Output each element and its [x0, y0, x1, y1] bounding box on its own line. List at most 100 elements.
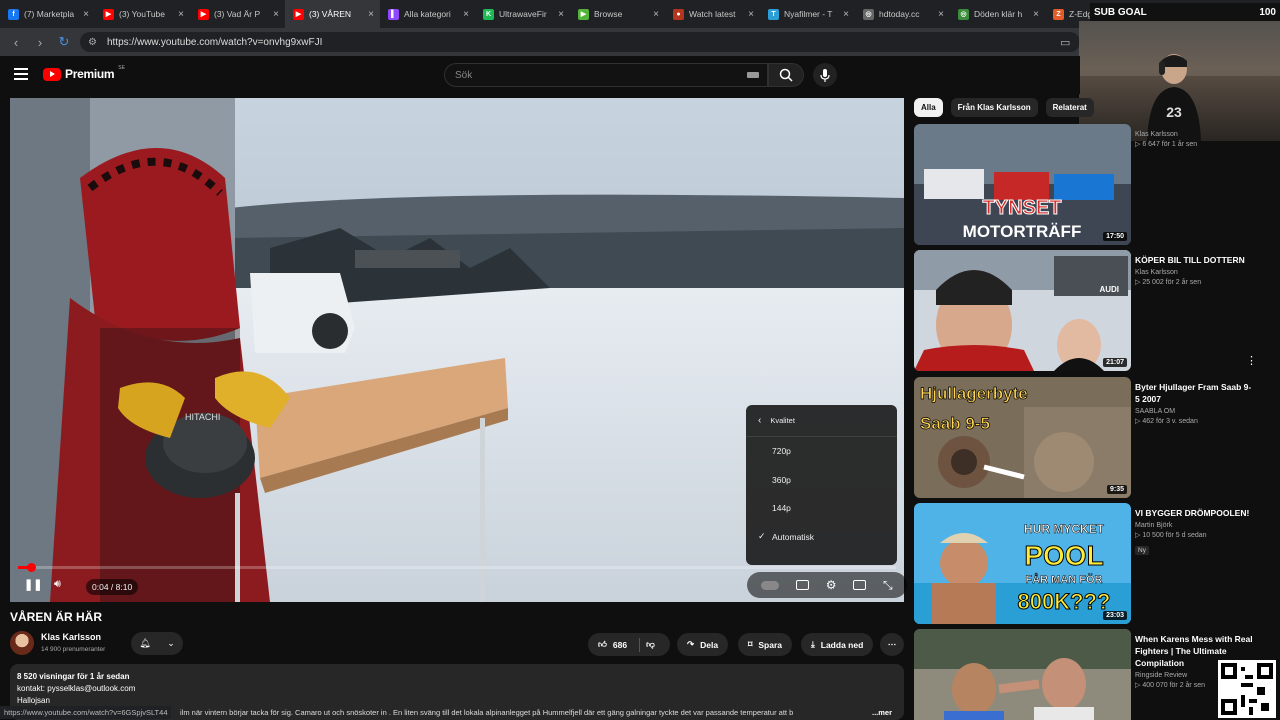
more-actions-button[interactable]: ⋯ — [880, 633, 904, 656]
channel-name[interactable]: Klas Karlsson — [41, 632, 101, 642]
like-count[interactable]: 686 — [613, 640, 627, 650]
close-icon[interactable]: × — [748, 9, 754, 20]
more-vertical-icon[interactable]: ⋮ — [1246, 354, 1257, 367]
browser-tab[interactable]: ▶ (3) YouTube × — [95, 0, 190, 28]
close-icon[interactable]: × — [1033, 9, 1039, 20]
quality-option-label: Automatisk — [772, 531, 815, 542]
fullscreen-icon[interactable]: ⤡ — [883, 578, 893, 593]
recommended-video[interactable]: AUDI 21:07 KÖPER BIL TILL DOTTERN Klas Karl… — [914, 250, 1274, 371]
youtube-logo[interactable]: Premium SE — [43, 65, 125, 81]
autoplay-toggle[interactable] — [761, 580, 780, 590]
browser-tab[interactable]: ▶ (3) Vad Är P × — [190, 0, 285, 28]
recommended-video[interactable]: TYNSET MOTORTRÄFF 17:50 Klas Karlsson ▷ 6 64… — [914, 124, 1274, 245]
video-player[interactable]: HITACHI ‹ Kvalitet 720p 360p 144p ✓ Automati… — [10, 98, 904, 602]
browser-tab[interactable]: ◎ hdtoday.cc × — [855, 0, 950, 28]
browser-tab[interactable]: ▶ Browse × — [570, 0, 665, 28]
close-icon[interactable]: × — [178, 9, 184, 20]
save-button[interactable]: ⌑ Spara — [738, 633, 792, 656]
view-count: ▷ 25 002 för 2 år sen — [1135, 278, 1255, 286]
browser-tab[interactable]: ● Watch latest × — [665, 0, 760, 28]
browser-tab[interactable]: ◎ Döden klär h × — [950, 0, 1045, 28]
tab-favicon-icon: Z — [1053, 8, 1064, 20]
reload-icon[interactable]: ↻ — [52, 34, 76, 50]
site-info-icon[interactable]: ⚙ — [88, 37, 97, 48]
channel-name[interactable]: Klas Karlsson — [1135, 269, 1255, 276]
browser-tab[interactable]: ▶ (3) VÅREN × — [285, 0, 380, 28]
hamburger-menu-icon[interactable] — [14, 68, 28, 80]
search-placeholder: Sök — [455, 69, 473, 81]
theater-mode-icon[interactable] — [853, 580, 867, 590]
browser-tab[interactable]: K UltrawaveFir × — [475, 0, 570, 28]
settings-gear-icon[interactable]: ⚙ — [826, 578, 837, 592]
chevron-down-icon: ⌄ — [167, 638, 175, 648]
subtitles-icon[interactable] — [796, 580, 810, 590]
video-title[interactable]: VI BYGGER DRÖMPOOLEN! — [1135, 507, 1255, 519]
bookmark-icon: ⌑ — [748, 639, 753, 649]
tab-favicon-icon: K — [483, 8, 494, 20]
tab-title: Browse — [594, 9, 623, 19]
search-button[interactable] — [768, 63, 804, 87]
browser-tab[interactable]: T Nyafilmer - T × — [760, 0, 855, 28]
close-icon[interactable]: × — [558, 9, 564, 20]
video-thumbnail[interactable]: Hjullagerbyte Saab 9-5 9:35 — [914, 377, 1131, 498]
download-button[interactable]: ⤓ Ladda ned — [801, 633, 874, 656]
forward-icon[interactable]: › — [28, 35, 52, 50]
tab-title: Alla kategori — [404, 9, 451, 19]
progress-bar[interactable] — [18, 563, 896, 572]
close-icon[interactable]: × — [463, 9, 469, 20]
description-views: 8 520 visningar för 1 år sedan — [17, 672, 130, 681]
video-title[interactable]: Byter Hjullager Fram Saab 9-5 2007 — [1135, 381, 1255, 405]
close-icon[interactable]: × — [273, 9, 279, 20]
channel-name[interactable]: Klas Karlsson — [1135, 131, 1255, 138]
browser-tab[interactable]: f (7) Marketpla × — [0, 0, 95, 28]
subscribed-bell-button[interactable]: 🔔︎ ⌄ — [131, 632, 183, 655]
close-icon[interactable]: × — [83, 9, 89, 20]
video-title[interactable]: KÖPER BIL TILL DOTTERN — [1135, 254, 1255, 266]
quality-option[interactable]: 144p — [746, 494, 897, 523]
back-icon[interactable]: ‹ — [4, 35, 28, 50]
like-icon[interactable]: 👍︎ — [598, 639, 607, 650]
svg-text:HUR MYCKET: HUR MYCKET — [1024, 522, 1105, 536]
close-icon[interactable]: × — [368, 9, 374, 20]
svg-text:AUDI: AUDI — [1099, 285, 1119, 294]
url-input[interactable]: ⚙ https://www.youtube.com/watch?v=onvhg9… — [80, 32, 1080, 52]
filter-chip[interactable]: Relaterat — [1045, 98, 1094, 117]
sub-goal-overlay: SUB GOAL 100 — [1090, 3, 1280, 21]
filter-chip[interactable]: Från Klas Karlsson — [950, 98, 1038, 117]
volume-icon[interactable]: 🔊︎ — [54, 578, 61, 591]
close-icon[interactable]: × — [938, 9, 944, 20]
dislike-icon[interactable]: 👎︎ — [646, 639, 655, 650]
close-icon[interactable]: × — [843, 9, 849, 20]
keyboard-icon[interactable] — [747, 72, 759, 78]
quality-option[interactable]: 720p — [746, 437, 897, 466]
search-input[interactable]: Sök — [444, 63, 768, 87]
download-label: Ladda ned — [820, 639, 864, 650]
voice-search-button[interactable] — [813, 63, 837, 87]
views-text: 462 för 3 v. sedan — [1142, 418, 1198, 425]
filter-chip[interactable]: Alla — [914, 98, 943, 117]
quality-menu-header[interactable]: ‹ Kvalitet — [746, 405, 897, 437]
video-thumbnail[interactable] — [914, 629, 1131, 720]
quality-option[interactable]: ✓ Automatisk — [746, 523, 897, 552]
view-count: ▷ 10 500 för 5 d sedan — [1135, 531, 1255, 539]
video-thumbnail[interactable]: AUDI 21:07 — [914, 250, 1131, 371]
video-thumbnail[interactable]: HUR MYCKET POOL FÅR MAN FÖR 800K??? 23:03 — [914, 503, 1131, 624]
share-button[interactable]: ↷ Dela — [677, 633, 729, 656]
video-thumbnail[interactable]: TYNSET MOTORTRÄFF 17:50 — [914, 124, 1131, 245]
scrubber-handle[interactable] — [27, 563, 36, 572]
channel-name[interactable]: SAABLA OM — [1135, 408, 1255, 415]
tab-favicon-icon: ▶ — [103, 8, 114, 20]
cast-icon[interactable]: ▭ — [1060, 36, 1070, 49]
show-more-link[interactable]: ...mer — [872, 708, 892, 717]
close-icon[interactable]: × — [653, 9, 659, 20]
svg-text:800K???: 800K??? — [1018, 589, 1111, 614]
channel-name[interactable]: Martin Björk — [1135, 522, 1255, 529]
pause-icon[interactable]: ❚❚ — [24, 578, 42, 591]
quality-option[interactable]: 360p — [746, 466, 897, 495]
channel-avatar[interactable] — [10, 631, 34, 655]
recommended-video[interactable]: HUR MYCKET POOL FÅR MAN FÖR 800K??? 23:03 VI … — [914, 503, 1274, 624]
quality-option-label: 360p — [772, 474, 791, 485]
browser-tab[interactable]: ▌ Alla kategori × — [380, 0, 475, 28]
recommended-video[interactable]: Hjullagerbyte Saab 9-5 9:35 Byter Hjullager… — [914, 377, 1274, 498]
filter-chips: Alla Från Klas Karlsson Relaterat — [914, 98, 1094, 117]
